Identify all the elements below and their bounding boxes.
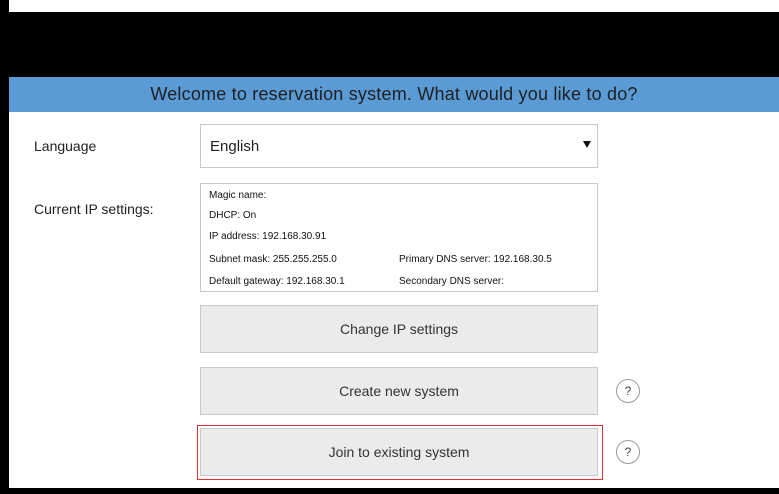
- create-new-system-button[interactable]: Create new system: [200, 367, 598, 415]
- welcome-banner: Welcome to reservation system. What woul…: [9, 77, 779, 112]
- primary-dns-text: Primary DNS server: 192.168.30.5: [399, 254, 552, 265]
- join-help-icon[interactable]: ?: [616, 440, 640, 464]
- create-help-icon[interactable]: ?: [616, 379, 640, 403]
- magic-name-text: Magic name:: [209, 190, 267, 201]
- app-window: Welcome to reservation system. What woul…: [0, 0, 779, 494]
- dropdown-arrow-icon: [583, 141, 591, 148]
- change-ip-settings-button[interactable]: Change IP settings: [200, 305, 598, 353]
- subnet-mask-text: Subnet mask: 255.255.255.0: [209, 254, 337, 265]
- language-label: Language: [34, 138, 97, 154]
- welcome-title: Welcome to reservation system. What woul…: [150, 84, 638, 104]
- language-select[interactable]: English: [200, 124, 598, 168]
- join-existing-system-button[interactable]: Join to existing system: [200, 428, 598, 476]
- top-edge: [9, 0, 779, 12]
- ip-settings-panel: Magic name: DHCP: On IP address: 192.168…: [200, 183, 598, 292]
- ip-settings-label: Current IP settings:: [34, 201, 154, 217]
- language-selected-value: English: [210, 137, 260, 155]
- default-gateway-text: Default gateway: 192.168.30.1: [209, 276, 345, 287]
- ip-address-text: IP address: 192.168.30.91: [209, 231, 327, 242]
- dhcp-text: DHCP: On: [209, 210, 257, 221]
- secondary-dns-text: Secondary DNS server:: [399, 276, 505, 287]
